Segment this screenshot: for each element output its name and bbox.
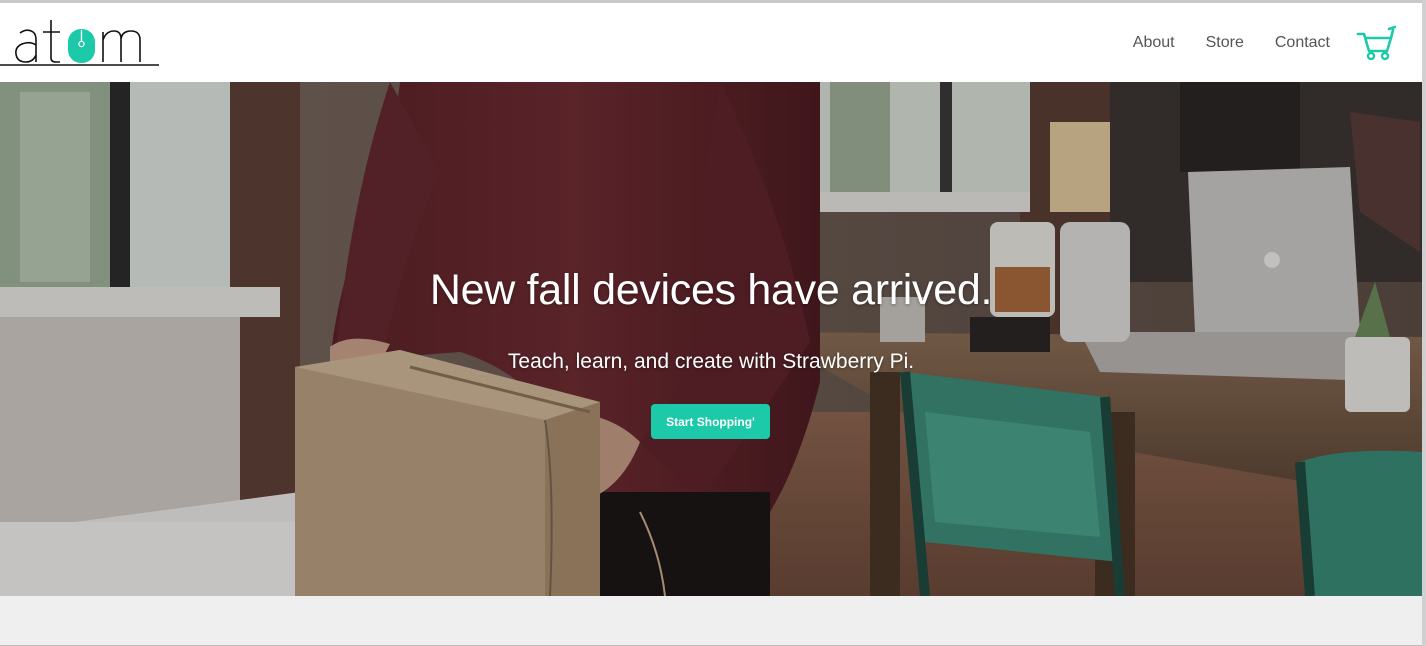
hero-banner: New fall devices have arrived. Teach, le…	[0, 82, 1422, 596]
right-border	[1422, 0, 1426, 646]
content-strip	[0, 596, 1422, 645]
atom-logo[interactable]	[0, 11, 160, 67]
main-nav: About Store Contact	[1133, 3, 1397, 82]
nav-store-link[interactable]: Store	[1206, 34, 1244, 52]
start-shopping-button[interactable]: Start Shopping'	[651, 404, 770, 439]
hero-overlay	[0, 82, 1422, 596]
shopping-cart-icon[interactable]	[1356, 25, 1397, 61]
hero-subtitle: Teach, learn, and create with Strawberry…	[507, 350, 915, 373]
site-header: About Store Contact	[0, 3, 1422, 82]
logo-wordmark	[0, 20, 159, 66]
hero-title: New fall devices have arrived.	[429, 266, 993, 314]
nav-contact-link[interactable]: Contact	[1275, 34, 1330, 52]
nav-about-link[interactable]: About	[1133, 34, 1175, 52]
page: About Store Contact New fall devices hav…	[0, 0, 1426, 646]
